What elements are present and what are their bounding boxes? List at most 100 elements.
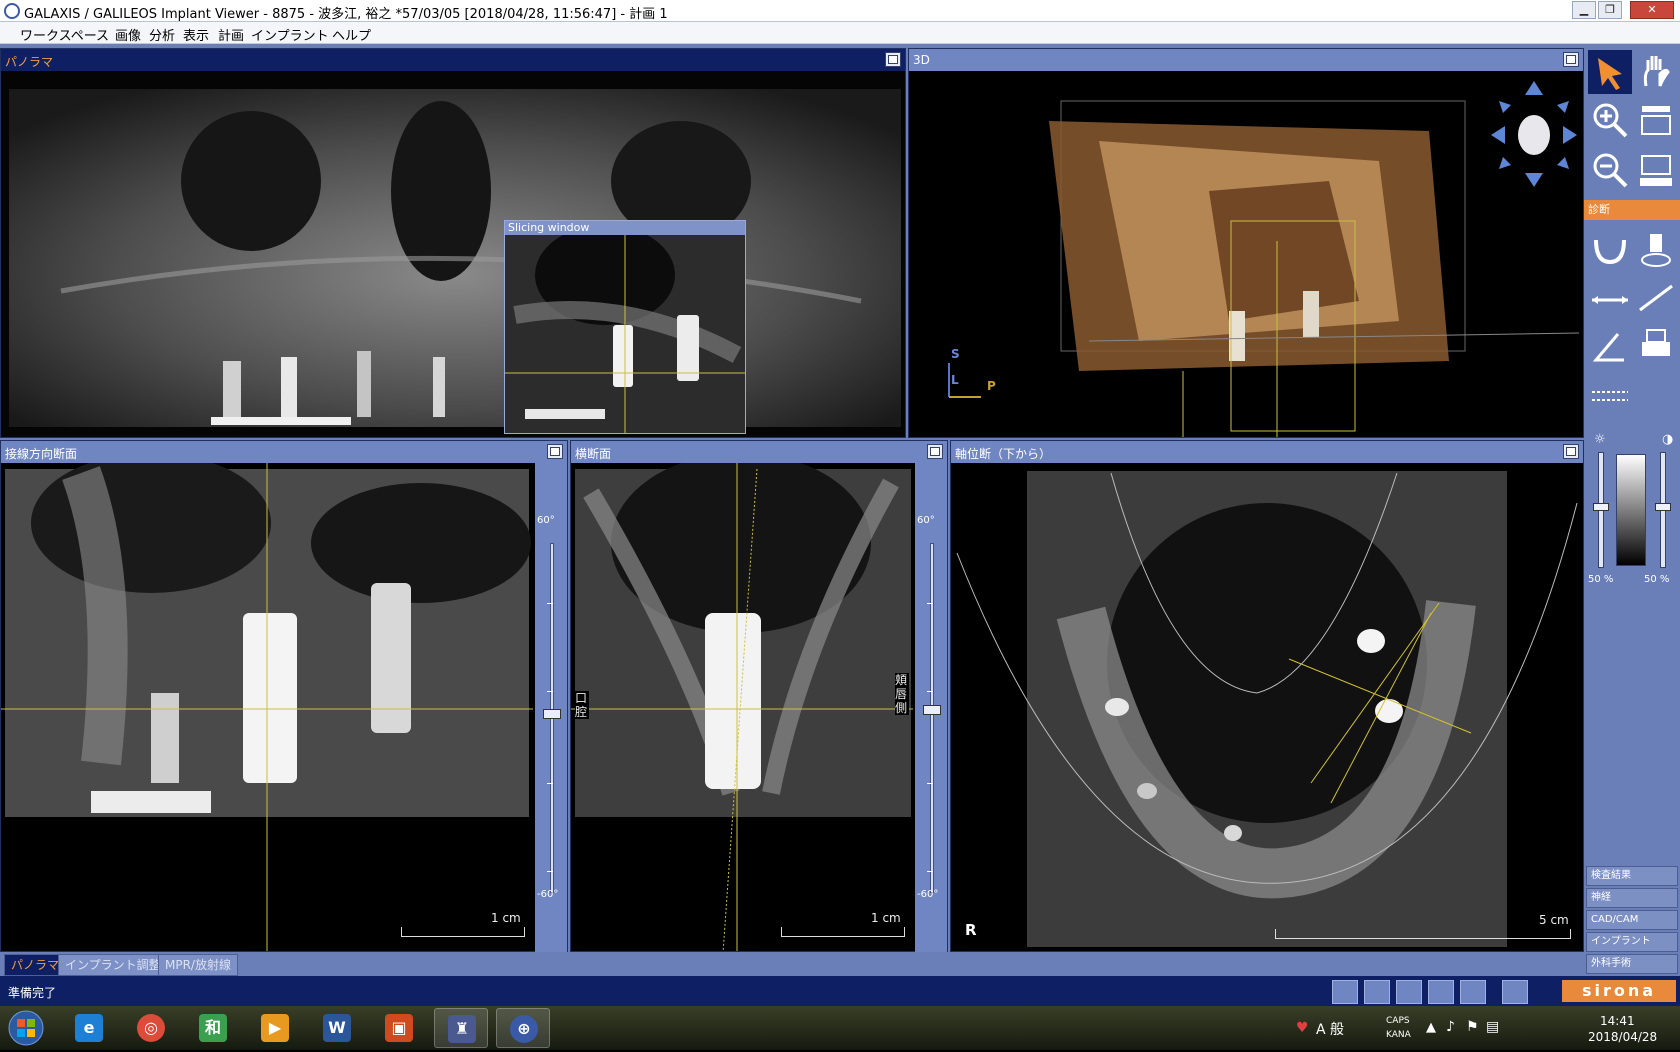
status-tool-4[interactable] [1428, 980, 1454, 1004]
cross-view[interactable]: 口腔 頬唇側 1 cm [571, 463, 913, 951]
taskbar-ime-app[interactable]: 和 [186, 1008, 240, 1048]
measure-angle-tool[interactable] [1588, 324, 1632, 368]
side-button-cadcam[interactable]: CAD/CAM [1586, 910, 1678, 930]
status-tool-3[interactable] [1396, 980, 1422, 1004]
angle-slider-thumb[interactable] [543, 709, 561, 719]
cross-angle-slider[interactable]: 60° -60° [915, 463, 947, 953]
restore-button[interactable]: ❐ [1598, 1, 1622, 19]
tangential-scale-label: 1 cm [491, 911, 521, 925]
flag-icon[interactable]: ⚑ [1466, 1019, 1479, 1035]
angle-tick [927, 603, 933, 604]
angle-icon [1592, 333, 1624, 362]
measure-distance-tool[interactable] [1588, 276, 1632, 320]
side-button-findings[interactable]: 検査結果 [1586, 866, 1678, 886]
zoom-out-button[interactable] [1588, 148, 1632, 192]
tangential-view[interactable]: 1 cm [1, 463, 533, 951]
tab-mpr-radiology[interactable]: MPR/放射線 [158, 954, 238, 976]
angle-tick [547, 691, 553, 692]
panorama-panel[interactable]: パノラマ [0, 48, 906, 438]
menu-workspace[interactable]: ワークスペース [20, 25, 109, 44]
ime-indicator[interactable]: A 般 [1316, 1019, 1344, 1039]
angle-max-label: 60° [917, 515, 935, 526]
side-button-surgery[interactable]: 外科手術 [1586, 954, 1678, 974]
start-button[interactable] [4, 1008, 48, 1048]
taskbar-dental-app[interactable]: ♜ [434, 1008, 488, 1048]
slicing-window-title: Slicing window [505, 221, 745, 235]
menu-analysis[interactable]: 分析 [149, 25, 175, 44]
menu-bar: ワークスペース 画像 分析 表示 計画 インプラント ヘルプ [0, 22, 1680, 44]
clock-date[interactable]: 2018/04/28 [1588, 1030, 1657, 1044]
angle-slider-thumb[interactable] [923, 705, 941, 715]
layer-down-button[interactable] [1634, 148, 1678, 192]
minimize-button[interactable]: ▁ [1572, 1, 1596, 19]
grid-ruler-icon [1592, 391, 1628, 401]
implant-tool[interactable] [1634, 228, 1678, 272]
close-button[interactable]: ✕ [1630, 1, 1674, 19]
three-d-view[interactable]: S L P [909, 71, 1583, 437]
brightness-slider[interactable] [1593, 452, 1609, 568]
oral-side-label: 口腔 [575, 691, 589, 719]
menu-plan[interactable]: 計画 [218, 25, 244, 44]
maximize-icon[interactable] [1563, 52, 1579, 67]
tangential-section-panel[interactable]: 接線方向断面 1 cm 60° -60° [0, 440, 568, 953]
status-tool-6[interactable] [1502, 980, 1528, 1004]
diagnosis-section-label[interactable]: 診断 [1584, 200, 1680, 220]
diagonal-ruler-icon [1639, 284, 1673, 312]
panorama-curve-tool[interactable] [1588, 228, 1632, 272]
print-tool[interactable] [1634, 324, 1678, 368]
network-icon[interactable]: ▤ [1486, 1019, 1499, 1035]
taskbar-galaxis[interactable]: ⊕ [496, 1008, 550, 1048]
slicing-window-image [505, 235, 745, 433]
angle-min-label: -60° [917, 889, 939, 900]
clock-time[interactable]: 14:41 [1600, 1014, 1635, 1028]
tangential-panel-title: 接線方向断面 [5, 447, 78, 461]
volume-icon[interactable]: ♪ [1446, 1019, 1455, 1035]
select-tool-button[interactable] [1588, 50, 1632, 94]
taskbar-chrome[interactable]: ◎ [124, 1008, 178, 1048]
show-hidden-icons[interactable]: ▲ [1426, 1020, 1436, 1035]
menu-image[interactable]: 画像 [115, 25, 141, 44]
status-bar: 準備完了 sirona [0, 976, 1680, 1006]
angle-tick [547, 603, 553, 604]
pan-tool-button[interactable] [1634, 50, 1678, 94]
measure-diagonal-tool[interactable] [1634, 276, 1678, 320]
taskbar-internet-explorer[interactable]: e [62, 1008, 116, 1048]
tab-panorama[interactable]: パノラマ [4, 954, 67, 976]
brightness-slider-thumb[interactable] [1593, 503, 1609, 511]
maximize-icon[interactable] [547, 444, 563, 459]
tangential-angle-slider[interactable]: 60° -60° [535, 463, 567, 953]
menu-implant[interactable]: インプラント [251, 25, 329, 44]
maximize-icon[interactable] [927, 444, 943, 459]
status-tool-5[interactable] [1460, 980, 1486, 1004]
status-tool-1[interactable] [1332, 980, 1358, 1004]
cross-section-panel[interactable]: 横断面 口腔 頬唇側 1 cm 60° -60° [570, 440, 948, 953]
ruler-icon [1592, 296, 1628, 304]
side-button-nerve[interactable]: 神経 [1586, 888, 1678, 908]
contrast-slider[interactable] [1655, 452, 1671, 568]
menu-view[interactable]: 表示 [183, 25, 209, 44]
taskbar-presentation[interactable]: ▣ [372, 1008, 426, 1048]
taskbar-media-player[interactable]: ▶ [248, 1008, 302, 1048]
axial-view[interactable]: R 5 cm [951, 463, 1583, 951]
slicing-window[interactable]: Slicing window [504, 220, 746, 434]
maximize-icon[interactable] [1563, 444, 1579, 459]
angle-slider-track[interactable] [930, 543, 934, 893]
axial-panel[interactable]: 軸位断（下から） R 5 cm [950, 440, 1584, 952]
tab-implant-adjust[interactable]: インプラント調整 [58, 954, 168, 976]
buccal-side-label: 頬唇側 [895, 673, 909, 715]
three-d-panel[interactable]: 3D S L P [908, 48, 1584, 438]
zoom-in-button[interactable] [1588, 98, 1632, 142]
menu-help[interactable]: ヘルプ [332, 25, 371, 44]
contrast-slider-thumb[interactable] [1655, 503, 1671, 511]
orientation-navigator[interactable] [1489, 79, 1579, 189]
taskbar-word[interactable]: W [310, 1008, 364, 1048]
tray-alert-icon[interactable]: ♥ [1296, 1020, 1309, 1036]
density-measure-tool[interactable] [1588, 372, 1632, 416]
layer-up-button[interactable] [1634, 98, 1678, 142]
maximize-icon[interactable] [885, 52, 901, 67]
panorama-view[interactable]: R [1, 71, 905, 437]
side-button-implant[interactable]: インプラント [1586, 932, 1678, 952]
status-tool-2[interactable] [1364, 980, 1390, 1004]
layers-up-icon [1641, 106, 1671, 135]
axial-image [951, 463, 1583, 951]
